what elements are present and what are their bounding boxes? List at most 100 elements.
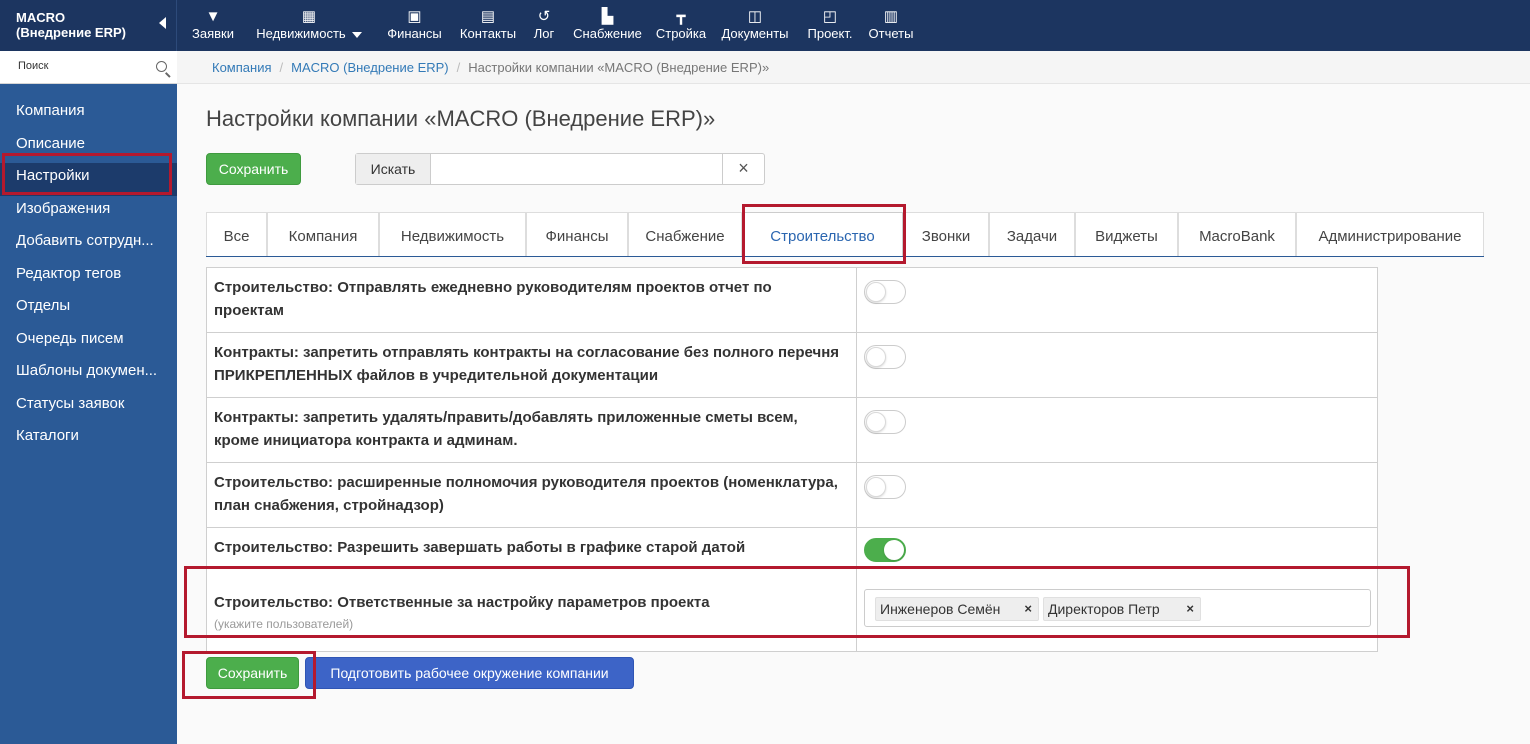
tab-company[interactable]: Компания (267, 212, 379, 256)
search-placeholder: Поиск (18, 60, 49, 72)
setting-label: Строительство: Отправлять ежедневно руко… (214, 279, 772, 319)
setting-toggle[interactable] (864, 538, 906, 562)
setting-label: Строительство: расширенные полномочия ру… (214, 474, 838, 514)
user-chip: Директоров Петр × (1043, 597, 1201, 621)
nav-label: Заявки (192, 26, 234, 41)
bar-chart-icon: ▥ (883, 8, 899, 25)
nav-reports[interactable]: ▥ Отчеты (861, 0, 921, 51)
row-divider (856, 268, 857, 332)
user-chip-label: Инженеров Семён (880, 601, 1001, 617)
tab-administration[interactable]: Администрирование (1296, 212, 1484, 256)
breadcrumb-separator: / (279, 60, 284, 75)
tab-tasks[interactable]: Задачи (989, 212, 1075, 256)
building-icon: ▦ (301, 8, 317, 25)
setting-label: Строительство: Разрешить завершать работ… (214, 539, 746, 556)
user-chip: Инженеров Семён × (875, 597, 1039, 621)
toggle-knob (866, 477, 886, 497)
setting-row: Контракты: запретить удалять/править/доб… (206, 397, 1378, 462)
setting-toggle[interactable] (864, 475, 906, 499)
clear-icon[interactable]: × (722, 154, 764, 184)
breadcrumb-company-link[interactable]: Компания (212, 60, 272, 75)
setting-label: Строительство: Ответственные за настройк… (214, 591, 844, 632)
sidebar-item-settings[interactable]: Настройки (0, 163, 177, 196)
sidebar-item-doc-templates[interactable]: Шаблоны докумен... (0, 358, 177, 391)
sidebar-menu: Компания Описание Настройки Изображения … (0, 98, 177, 456)
prepare-environment-button[interactable]: Подготовить рабочее окружение компании (305, 657, 634, 689)
toggle-knob (884, 540, 904, 560)
nav-projects[interactable]: ◰ Проект. (799, 0, 861, 51)
sidebar-item-mail-queue[interactable]: Очередь писем (0, 326, 177, 359)
nav-requests[interactable]: ▼ Заявки (185, 0, 241, 51)
nav-finance[interactable]: ▣ Финансы (377, 0, 452, 51)
row-divider (856, 333, 857, 397)
crane-icon: ┳ (676, 8, 686, 25)
sidebar-search-input[interactable]: Поиск (0, 51, 177, 84)
pdf-icon: ◰ (822, 8, 838, 25)
settings-tabs: Все Компания Недвижимость Финансы Снабже… (206, 212, 1484, 257)
breadcrumb-org-link[interactable]: MACRO (Внедрение ERP) (291, 60, 449, 75)
sidebar-item-tag-editor[interactable]: Редактор тегов (0, 261, 177, 294)
funnel-icon: ▼ (205, 8, 221, 25)
nav-label: Отчеты (868, 26, 914, 41)
history-icon: ↺ (537, 8, 551, 25)
nav-real-estate[interactable]: ▦ Недвижимость (241, 0, 377, 51)
sidebar-item-add-employee[interactable]: Добавить сотрудн... (0, 228, 177, 261)
main-nav: ▼ Заявки ▦ Недвижимость ▣ Финансы ▤ Конт… (185, 0, 921, 51)
setting-toggle[interactable] (864, 280, 906, 304)
nav-documents[interactable]: ◫ Документы (711, 0, 799, 51)
money-icon: ▣ (407, 8, 422, 25)
sidebar-item-images[interactable]: Изображения (0, 196, 177, 229)
nav-construction[interactable]: ┳ Стройка (651, 0, 711, 51)
brand-logo[interactable]: MACRO (Внедрение ERP) (0, 0, 177, 51)
sidebar-item-catalogs[interactable]: Каталоги (0, 423, 177, 456)
setting-toggle[interactable] (864, 410, 906, 434)
save-button-top[interactable]: Сохранить (206, 153, 301, 185)
setting-label: Контракты: запретить отправлять контракт… (214, 344, 840, 384)
page-title: Настройки компании «MACRO (Внедрение ERP… (206, 106, 716, 131)
toggle-knob (866, 412, 886, 432)
setting-row: Контракты: запретить отправлять контракт… (206, 332, 1378, 397)
breadcrumb-separator: / (456, 60, 461, 75)
users-multiselect[interactable]: Инженеров Семён × Директоров Петр × (864, 589, 1371, 627)
sidebar-item-company[interactable]: Компания (0, 98, 177, 131)
search-icon[interactable] (156, 61, 167, 72)
tab-macrobank[interactable]: MacroBank (1178, 212, 1296, 256)
row-divider (856, 528, 857, 566)
tab-real-estate[interactable]: Недвижимость (379, 212, 526, 256)
nav-label: Контакты (459, 26, 517, 41)
settings-table: Строительство: Отправлять ежедневно руко… (206, 267, 1378, 652)
row-divider (856, 398, 857, 462)
sidebar-item-request-statuses[interactable]: Статусы заявок (0, 391, 177, 424)
tab-calls[interactable]: Звонки (903, 212, 989, 256)
document-icon: ◫ (747, 8, 763, 25)
setting-label-text: Строительство: Ответственные за настройк… (214, 594, 710, 611)
nav-label: Финансы (387, 26, 442, 41)
nav-label: Документы (721, 26, 789, 41)
save-button-bottom[interactable]: Сохранить (206, 657, 299, 689)
collapse-sidebar-icon[interactable] (159, 17, 166, 29)
nav-label: Снабжение (573, 26, 642, 41)
row-divider (856, 567, 857, 651)
truck-icon: ▙ (601, 8, 614, 25)
setting-toggle[interactable] (864, 345, 906, 369)
tab-construction[interactable]: Строительство (742, 212, 903, 256)
sidebar-item-description[interactable]: Описание (0, 131, 177, 164)
remove-chip-icon[interactable]: × (1024, 598, 1032, 620)
breadcrumb-current: Настройки компании «MACRO (Внедрение ERP… (468, 60, 770, 75)
setting-row: Строительство: Разрешить завершать работ… (206, 527, 1378, 566)
sidebar-item-departments[interactable]: Отделы (0, 293, 177, 326)
nav-contacts[interactable]: ▤ Контакты (452, 0, 524, 51)
setting-label: Контракты: запретить удалять/править/доб… (214, 409, 798, 449)
tab-finance[interactable]: Финансы (526, 212, 628, 256)
nav-log[interactable]: ↺ Лог (524, 0, 564, 51)
nav-supply[interactable]: ▙ Снабжение (564, 0, 651, 51)
toggle-knob (866, 282, 886, 302)
setting-row: Строительство: Отправлять ежедневно руко… (206, 267, 1378, 332)
remove-chip-icon[interactable]: × (1186, 598, 1194, 620)
tab-supply[interactable]: Снабжение (628, 212, 742, 256)
search-addon-label[interactable]: Искать (356, 154, 431, 184)
settings-search-input[interactable] (432, 154, 722, 184)
tab-all[interactable]: Все (206, 212, 267, 256)
tab-widgets[interactable]: Виджеты (1075, 212, 1178, 256)
setting-row: Строительство: расширенные полномочия ру… (206, 462, 1378, 527)
